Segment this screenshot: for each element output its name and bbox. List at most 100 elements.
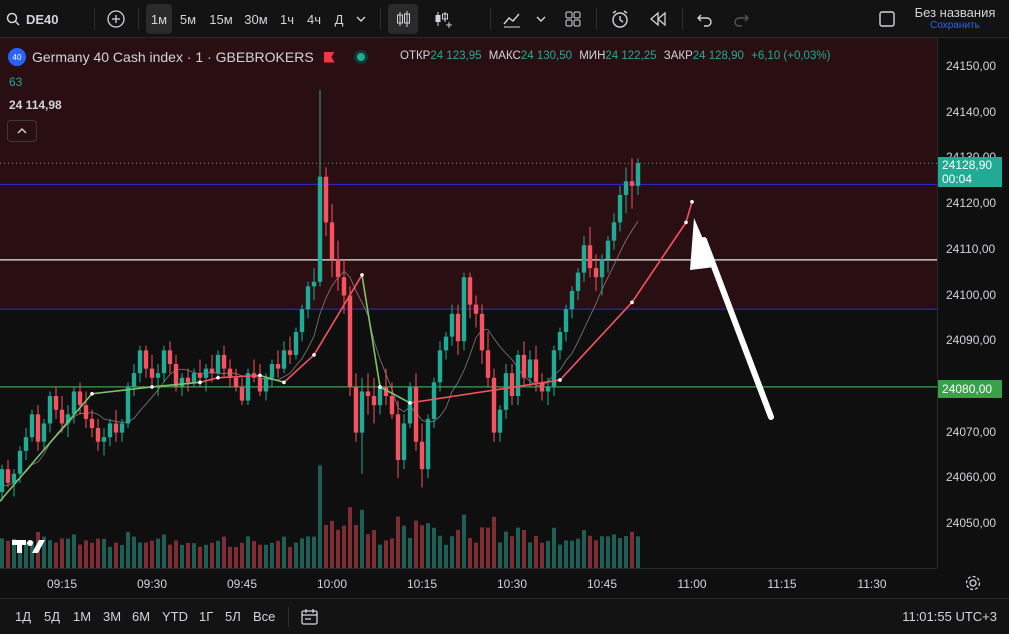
market-status-icon[interactable] [356,53,365,61]
candle-body [23,437,29,451]
volume-bar [138,542,142,568]
clock[interactable]: 11:01:55 UTC+3 [902,609,997,624]
candle-body [419,441,425,470]
range-1m[interactable]: 1М [73,609,91,624]
volume-bar [606,536,610,568]
volume-bar [126,532,130,568]
candle-body [629,181,635,186]
replay-button[interactable] [644,0,672,38]
layout-select-button[interactable] [876,0,898,38]
volume-bar [600,536,604,568]
undo-button[interactable] [692,0,718,38]
chart-settings-button[interactable] [964,574,982,597]
layout-name[interactable]: Без названия Сохранить [905,5,1005,31]
indicators-templates-button[interactable] [498,0,526,38]
divider [94,8,95,30]
volume-bar [372,530,376,568]
range-1y[interactable]: 1Г [199,609,213,624]
candle-body [275,364,281,369]
zigzag-point [684,220,688,225]
candle-body [209,368,215,374]
candle-body [119,423,125,433]
go-to-date-button[interactable] [300,607,320,632]
candle-body [71,391,77,415]
volume-bar [132,536,136,568]
level-label: 24080,00 [938,380,1002,398]
candle-body [599,258,605,278]
volume-bar [342,525,346,568]
volume-bar [84,540,88,568]
divider [288,607,289,627]
candle-body [581,245,587,273]
price-chart[interactable] [0,38,937,568]
candle-body [89,418,95,429]
compare-add-button[interactable] [104,0,128,38]
candle-body [245,373,251,401]
candle-body [35,414,41,442]
legend-title: Germany 40 Cash index · 1 · GBEBROKERS [32,49,314,65]
candle-body [437,350,443,383]
zigzag-point [198,380,202,385]
interval-1m[interactable]: 1м [146,4,172,34]
range-1d[interactable]: 1Д [15,609,31,624]
candle-body [293,332,299,355]
interval-5m[interactable]: 5м [175,0,201,38]
interval-15m[interactable]: 15м [205,0,237,38]
volume-bar [348,507,352,568]
interval-1h[interactable]: 1ч [276,0,298,38]
candle-body [149,368,155,378]
interval-dropdown[interactable] [352,0,370,38]
time-tick-label: 11:30 [857,577,887,591]
candle-body [359,391,365,433]
range-5y[interactable]: 5Л [225,609,241,624]
candle-body [311,281,317,287]
chart-type-candles-button[interactable] [388,4,418,34]
candle-body [269,364,275,378]
candle-body [299,309,305,333]
time-axis[interactable]: 09:15 09:30 09:45 10:00 10:15 10:30 10:45 11:00… [0,568,937,598]
open-value: 24 123,95 [430,50,482,62]
alarm-clock-icon [612,10,628,28]
range-all[interactable]: Все [253,609,275,624]
price-tick-label: 24070,00 [946,424,997,439]
candle-body [287,350,293,355]
symbol-search-button[interactable]: DE40 [6,0,70,38]
volume-bar [636,536,640,568]
collapse-legend-button[interactable] [7,120,37,142]
candle-body [377,386,383,406]
volume-bar [120,545,124,568]
volume-bar [408,538,412,568]
candles-icon [397,11,410,27]
volume-bar [48,540,52,568]
volume-bar [240,542,244,568]
zigzag-segment [559,301,633,381]
candle-body [605,240,611,259]
volume-bar [192,543,196,568]
rewind-icon [650,11,666,27]
interval-4h[interactable]: 4ч [302,0,326,38]
volume-bar [528,542,532,568]
plus-circle-icon [107,10,125,28]
redo-button[interactable] [728,0,754,38]
layout-grid-button[interactable] [560,0,586,38]
range-5d[interactable]: 5Д [44,609,60,624]
volume-bar [378,544,382,568]
zigzag-point [282,380,286,385]
range-6m[interactable]: 6М [132,609,150,624]
alert-button[interactable] [606,0,634,38]
candle-body [17,450,23,474]
resistance-zone [0,38,937,310]
range-ytd[interactable]: YTD [162,609,188,624]
candle-body [521,354,527,378]
candle-body [413,386,419,442]
volume-bar [576,538,580,568]
interval-1d[interactable]: Д [330,0,348,38]
candle-body [323,176,329,223]
interval-30m[interactable]: 30м [240,0,272,38]
range-3m[interactable]: 3М [103,609,121,624]
indicators-dropdown[interactable] [532,0,550,38]
volume-bar [468,538,472,568]
flag-icon[interactable] [323,51,335,63]
indicators-button[interactable] [428,0,458,38]
price-axis[interactable]: 24150,0024140,0024130,0024120,0024110,00… [937,38,1009,568]
